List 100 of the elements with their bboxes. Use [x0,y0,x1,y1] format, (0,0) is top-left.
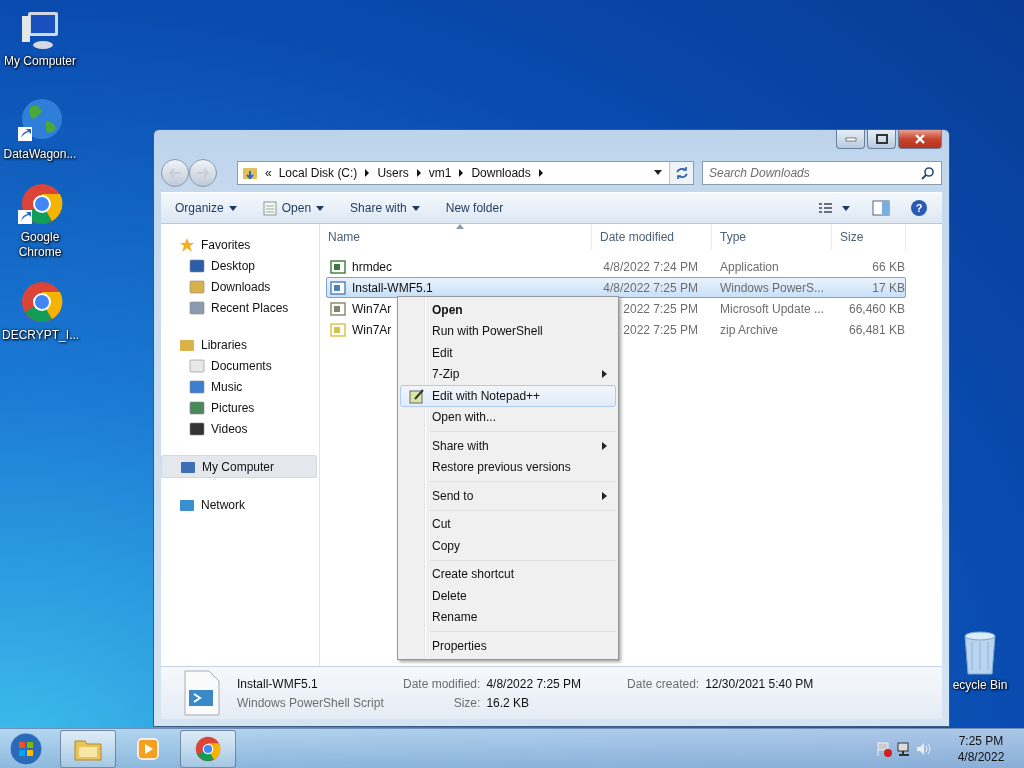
column-header[interactable]: Size [832,224,906,250]
time-text: 7:25 PM [958,732,1004,749]
file-type: Windows PowerShell Script [237,695,385,710]
file-icon [330,300,346,317]
help-icon: ? [910,199,928,217]
refresh-icon [674,166,689,180]
breadcrumb-item[interactable]: Local Disk (C:) [278,166,358,180]
search-field[interactable]: Search Downloads [702,161,942,185]
close-button[interactable] [898,130,942,149]
menu-item[interactable]: Send to [400,485,616,507]
sidebar-item[interactable]: Libraries [161,334,317,355]
file-date: 2022 7:25 PM [623,301,698,316]
menu-item[interactable]: Copy [400,535,616,557]
file-size: 66,481 KB [848,322,905,337]
sidebar-item-icon [179,236,195,253]
sidebar-item[interactable]: My Computer [161,455,317,478]
file-name[interactable]: hrmdec [352,259,392,274]
chevron-right-icon[interactable] [537,169,544,177]
menu-item[interactable]: Restore previous versions [400,456,616,478]
menu-item[interactable]: Share with [400,435,616,457]
column-header[interactable]: Date modified [592,224,712,250]
refresh-button[interactable] [669,162,693,184]
caret-icon [228,205,237,211]
file-icon [330,279,346,296]
sidebar-item[interactable]: Desktop [161,255,317,276]
file-icon [330,258,346,275]
toolbar-button[interactable]: Open [256,197,331,219]
maximize-icon [875,134,888,144]
menu-item[interactable]: Delete [400,585,616,607]
desktop-icon-label[interactable]: DECRYPT_I... [2,328,78,343]
file-name[interactable]: Install-WMF5.1 [352,280,433,295]
clock[interactable]: 7:25 PM 4/8/2022 [946,732,1016,765]
network-icon[interactable] [896,740,912,757]
trash-bin-icon[interactable] [962,630,998,676]
windows-logo-icon [9,731,43,766]
desktop-icon-label[interactable]: ecycle Bin [952,678,1008,693]
file-name[interactable]: Win7Ar [352,301,392,316]
menu-item[interactable]: Cut [400,513,616,535]
address-bar[interactable]: « Local Disk (C:) Users vm1 Downloads [237,161,694,185]
powershell-file-icon [181,670,221,716]
file-type: Application [720,259,779,274]
menu-item[interactable]: Properties [400,635,616,657]
sidebar-item[interactable]: Documents [161,355,317,376]
sidebar-item[interactable]: Pictures [161,397,317,418]
chevron-right-icon[interactable] [415,169,422,177]
menu-item[interactable]: Run with PowerShell [400,320,616,342]
maximize-button[interactable] [867,130,896,149]
caret-icon [316,205,325,211]
sidebar-item-icon [189,378,205,395]
search-icon[interactable] [921,166,935,180]
file-type: Microsoft Update ... [720,301,825,316]
breadcrumb-item[interactable]: Downloads [471,166,531,180]
chrome-icon [194,734,222,763]
taskbar-button[interactable] [180,729,236,768]
toolbar-button[interactable]: Share with [344,198,426,218]
sidebar-item-icon [189,278,205,295]
menu-item[interactable]: Open with... [400,406,616,428]
menu-item[interactable]: Edit [400,342,616,364]
menu-item[interactable]: Open [400,299,616,321]
forward-arrow-icon [196,168,210,178]
dropdown-arrow-icon[interactable] [654,170,662,176]
sidebar-item[interactable]: Recent Places [161,297,317,318]
desktop-icon-label[interactable]: DataWagon... [2,147,78,162]
chevron-right-icon[interactable] [458,169,465,177]
sidebar-item[interactable]: Downloads [161,276,317,297]
desktop-icon-label[interactable]: Google Chrome [2,230,78,260]
file-row[interactable]: Install-WMF5.1 4/8/2022 7:25 PM Windows PowerS... 17 KB [326,277,906,298]
desktop-icon-label[interactable]: My Computer [2,54,78,69]
menu-item[interactable]: Edit with Notepad++ [400,385,616,407]
sidebar-item[interactable]: Network [161,494,317,515]
toolbar-button[interactable]: Organize [169,198,243,218]
file-date: 4/8/2022 7:25 PM [603,280,698,295]
menu-item[interactable]: 7-Zip [400,363,616,385]
sidebar-item[interactable]: Favorites [161,234,317,255]
breadcrumb-item[interactable]: Users [377,166,409,180]
submenu-arrow-icon [602,491,607,500]
detail-value: 4/8/2022 7:25 PM [486,676,582,691]
notepad-icon [262,200,277,216]
breadcrumb-item[interactable]: vm1 [428,166,452,180]
sidebar-item[interactable]: Videos [161,418,317,439]
menu-item[interactable]: Rename [400,606,616,628]
sidebar-item[interactable]: Music [161,376,317,397]
flag-icon[interactable] [876,740,892,757]
back-arrow-icon [168,168,182,178]
caret-icon [411,205,420,211]
help-button[interactable]: ? [904,197,934,219]
breadcrumb-overflow[interactable]: « [265,166,272,180]
chevron-right-icon[interactable] [364,169,371,177]
file-name[interactable]: Win7Ar [352,322,392,337]
sidebar-item-icon [189,357,205,374]
taskbar-button[interactable] [60,729,116,768]
sidebar-item-icon [189,257,205,274]
column-header[interactable]: Name [320,224,592,250]
file-date: 2022 7:25 PM [623,322,698,337]
file-date: 4/8/2022 7:24 PM [603,259,698,274]
file-size: 66,460 KB [848,301,905,316]
column-header[interactable]: Type [712,224,832,250]
detail-value: 12/30/2021 5:40 PM [705,676,814,691]
toolbar-button[interactable]: New folder [439,198,510,218]
menu-item[interactable]: Create shortcut [400,563,616,585]
